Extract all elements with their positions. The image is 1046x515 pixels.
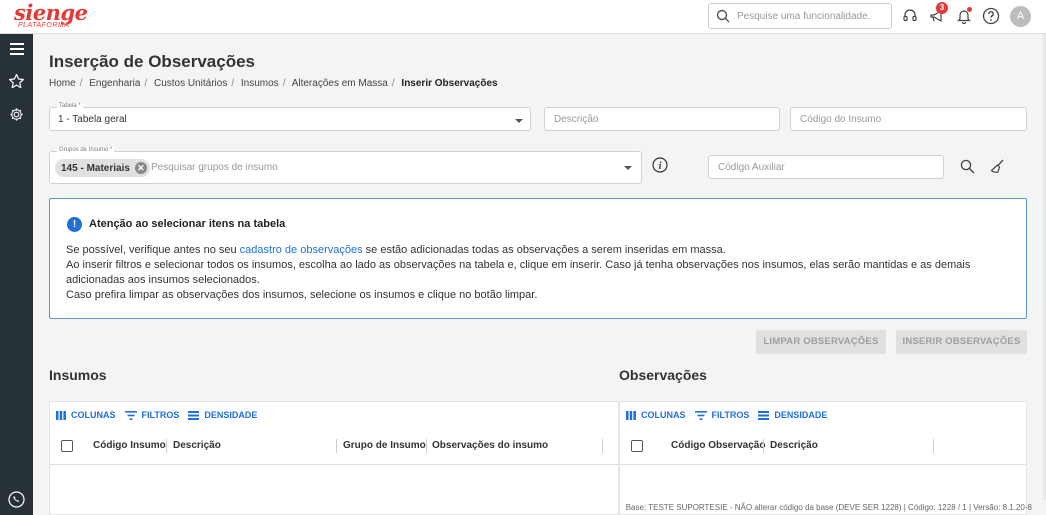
density-button[interactable]: DENSIDADE (188, 410, 257, 420)
page-title: Inserção de Observações (49, 52, 256, 71)
columns-icon (626, 410, 636, 420)
headset-icon[interactable] (900, 6, 920, 26)
insumos-grid-header: Código Insumo Descrição Grupo de Insumo … (50, 428, 618, 465)
column-header-codigo-observacao[interactable]: Código Observação (671, 440, 765, 451)
columns-button[interactable]: COLUNAS (626, 410, 686, 420)
breadcrumb-current: Inserir Observações (401, 78, 498, 89)
search-icon (716, 9, 730, 23)
column-separator[interactable] (602, 439, 603, 453)
grupos-placeholder: Pesquisar grupos de insumo (151, 162, 278, 173)
attention-alert: ! Atenção ao selecionar itens na tabela … (49, 198, 1027, 319)
notification-count-badge: 3 (936, 2, 948, 14)
column-header-codigo-insumo[interactable]: Código Insumo (93, 440, 166, 451)
top-bar: sienge PLATAFORMA Pesquise uma funcional… (0, 0, 1046, 34)
clear-filters-broom-icon[interactable] (989, 158, 1005, 174)
breadcrumb-insumos[interactable]: Insumos (241, 78, 279, 89)
breadcrumb-alteracoes-em-massa[interactable]: Alterações em Massa (292, 78, 388, 89)
search-icon[interactable] (960, 159, 976, 175)
columns-button[interactable]: COLUNAS (56, 410, 116, 420)
filter-icon (124, 410, 137, 420)
alert-dot (967, 7, 972, 12)
codigo-insumo-placeholder: Código do Insumo (800, 114, 882, 125)
alert-line-2: Ao inserir filtros e selecionar todos os… (66, 259, 971, 286)
svg-text:i: i (659, 161, 662, 172)
megaphone-icon[interactable]: 3 (927, 2, 948, 26)
chip-remove-icon[interactable]: ✕ (134, 162, 147, 174)
chip-label: 145 - Materiais (61, 162, 130, 174)
avatar[interactable]: A (1010, 6, 1031, 27)
alert-info-icon: ! (67, 217, 82, 232)
breadcrumb-engenharia[interactable]: Engenharia (89, 78, 140, 89)
functionality-search-input[interactable]: Pesquise uma funcionalidade. (708, 3, 892, 29)
bell-icon[interactable] (954, 6, 974, 26)
column-separator[interactable] (166, 439, 167, 453)
grupos-insumo-select[interactable]: Grupos de Insumo * 145 - Materiais ✕ Pes… (49, 147, 642, 184)
column-header-descricao[interactable]: Descrição (770, 440, 818, 451)
insumos-grid-toolbar: COLUNAS FILTROS DENSIDADE (50, 402, 618, 428)
codigo-insumo-field[interactable]: Código do Insumo (790, 107, 1027, 131)
alert-line-1: Se possível, verifique antes no seu cada… (66, 244, 726, 256)
gear-icon[interactable] (7, 105, 26, 124)
observacoes-grid-header: Código Observação Descrição (620, 428, 1026, 465)
alert-body: Se possível, verifique antes no seu cada… (66, 243, 1016, 303)
cadastro-observacoes-link[interactable]: cadastro de observações (240, 244, 363, 256)
grupos-label: Grupos de Insumo * (57, 147, 115, 153)
menu-icon[interactable] (7, 39, 26, 58)
inserir-observacoes-button[interactable]: INSERIR OBSERVAÇÕES (896, 330, 1027, 354)
column-separator[interactable] (763, 439, 764, 453)
column-header-grupo-insumo[interactable]: Grupo de Insumo (343, 440, 426, 451)
star-icon[interactable] (7, 72, 26, 91)
density-icon (758, 410, 770, 420)
columns-icon (56, 410, 66, 420)
breadcrumb-custos-unitarios[interactable]: Custos Unitários (154, 78, 227, 89)
column-separator[interactable] (426, 439, 427, 453)
select-all-checkbox[interactable] (61, 440, 73, 452)
alert-line-3: Caso prefira limpar as observações dos i… (66, 289, 538, 301)
column-header-descricao[interactable]: Descrição (173, 440, 221, 451)
selected-group-chip[interactable]: 145 - Materiais ✕ (55, 159, 150, 177)
logo-wordmark: sienge (14, 0, 88, 25)
breadcrumb-home[interactable]: Home (49, 78, 76, 89)
sidebar (0, 34, 33, 515)
filters-button[interactable]: FILTROS (694, 410, 749, 420)
codigo-auxiliar-field[interactable]: Código Auxiliar (708, 155, 944, 179)
chevron-down-icon (624, 166, 632, 170)
filter-icon (694, 410, 707, 420)
search-placeholder: Pesquise uma funcionalidade. (737, 11, 871, 22)
codigo-auxiliar-placeholder: Código Auxiliar (718, 162, 785, 173)
insumos-grid: COLUNAS FILTROS DENSIDADE Código Insumo … (49, 401, 619, 515)
density-icon (188, 410, 200, 420)
tabela-label: Tabela * (57, 103, 83, 109)
observacoes-grid-toolbar: COLUNAS FILTROS DENSIDADE (620, 402, 1026, 428)
filters-button[interactable]: FILTROS (124, 410, 179, 420)
breadcrumb: Home / Engenharia / Custos Unitários / Insu… (49, 78, 498, 89)
select-all-checkbox[interactable] (631, 440, 643, 452)
column-separator[interactable] (933, 439, 934, 453)
observacoes-section-title: Observações (619, 367, 707, 383)
chevron-down-icon (515, 119, 523, 123)
observacoes-grid: COLUNAS FILTROS DENSIDADE Código Observa… (619, 401, 1027, 515)
descricao-placeholder: Descrição (554, 114, 599, 125)
version-footer: Base: TESTE SUPORTESIE - NÃO alterar cód… (625, 503, 1032, 512)
help-icon[interactable] (981, 6, 1001, 26)
limpar-observacoes-button[interactable]: LIMPAR OBSERVAÇÕES (756, 330, 886, 354)
density-button[interactable]: DENSIDADE (758, 410, 827, 420)
insumos-section-title: Insumos (49, 367, 107, 383)
tabela-value: 1 - Tabela geral (58, 114, 127, 125)
info-icon[interactable]: i (652, 157, 668, 173)
sienge-logo[interactable]: sienge PLATAFORMA (14, 0, 88, 30)
alert-title: Atenção ao selecionar itens na tabela (89, 218, 286, 230)
main-content: Inserção de Observações Home / Engenharia… (33, 34, 1046, 515)
tabela-select[interactable]: Tabela * 1 - Tabela geral (49, 103, 531, 131)
column-separator[interactable] (336, 439, 337, 453)
column-header-observacoes-insumo[interactable]: Observações do insumo (432, 440, 548, 451)
descricao-field[interactable]: Descrição (544, 107, 780, 131)
